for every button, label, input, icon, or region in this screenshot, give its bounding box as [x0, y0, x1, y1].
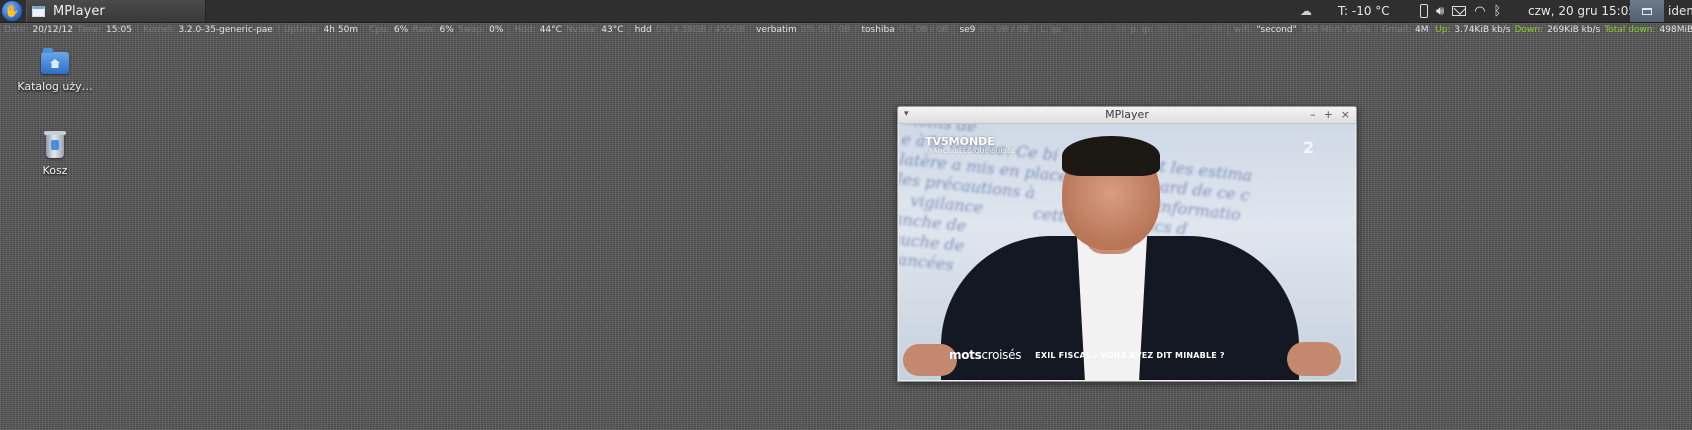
- window-titlebar[interactable]: ▾ MPlayer – + ×: [898, 107, 1356, 124]
- disk-verbatim-usage: 0% 0B / 0B: [800, 25, 851, 35]
- taskbar-item-label: MPlayer: [53, 3, 105, 19]
- separator: |: [1226, 25, 1230, 35]
- date-label: Date:: [4, 25, 29, 35]
- channel-logo: TV5MONDE FRANCE BELGIQUE SUISSE: [925, 136, 1016, 157]
- corner-channel-logo: 2: [1303, 138, 1315, 157]
- separator: |: [1033, 25, 1037, 35]
- separator: |: [1428, 25, 1432, 35]
- upload-value: 3.74KiB kb/s: [1454, 25, 1511, 35]
- local-ip-value: 192.168.1.10: [1066, 25, 1127, 35]
- close-button[interactable]: ×: [1341, 108, 1350, 121]
- desktop-icon-trash[interactable]: Kosz: [5, 131, 105, 177]
- volume-icon[interactable]: 🔊︎: [1436, 4, 1444, 19]
- taskbar-item-mplayer[interactable]: MPlayer: [26, 0, 206, 22]
- upload-label: Up:: [1435, 25, 1451, 35]
- ram-value: 6%: [439, 25, 454, 35]
- separator: |: [1374, 25, 1378, 35]
- date-value: 20/12/12: [32, 25, 73, 35]
- desktop-icon-label: Katalog uży…: [17, 80, 93, 93]
- window-title: MPlayer: [1105, 108, 1149, 121]
- show-name-light: croisés: [981, 348, 1022, 362]
- lower-third-banner: motscroisés EXIL FISCAL : VOUS AVEZ DIT …: [949, 348, 1225, 362]
- clock[interactable]: czw, 20 gru 15:05: [1528, 0, 1636, 22]
- wifi-ssid: "second": [1256, 25, 1297, 35]
- disk-toshiba-usage: 0% 0B / 0B: [898, 25, 949, 35]
- gmail-label: Gmail:: [1381, 25, 1411, 35]
- desktop-icon-label: Kosz: [42, 164, 68, 177]
- system-monitor-right: | Up: 3.74KiB kb/s Down: 269KiB kb/s Tot…: [1428, 25, 1692, 35]
- time-value: 15:05: [106, 25, 132, 35]
- show-name: motscroisés: [949, 348, 1021, 362]
- download-value: 269KiB kb/s: [1547, 25, 1601, 35]
- separator: |: [362, 25, 366, 35]
- public-ip-label: p. ip:: [1130, 25, 1153, 35]
- hdd-temp-value: 44°C: [539, 25, 562, 35]
- disk-verbatim-name: verbatim: [756, 25, 797, 35]
- distro-logo-icon: ✋: [4, 4, 20, 18]
- start-menu-button[interactable]: ✋: [2, 1, 22, 21]
- time-label: Time:: [76, 25, 103, 35]
- separator: |: [627, 25, 631, 35]
- system-tray: 🔊︎ ◠ ᛒ: [1420, 0, 1501, 22]
- cpu-label: Cpu:: [369, 25, 390, 35]
- kernel-value: 3.2.0-35-generic-pae: [178, 25, 273, 35]
- swap-label: Swap:: [457, 25, 486, 35]
- presenter-hair: [1062, 136, 1160, 176]
- uptime-value: 4h 50m: [323, 25, 359, 35]
- uptime-label: Uptime:: [283, 25, 320, 35]
- separator: |: [507, 25, 511, 35]
- nvidia-temp-label: Nvidia:: [565, 25, 598, 35]
- weather-temperature[interactable]: T: -10 °C: [1338, 0, 1390, 22]
- separator: |: [276, 25, 280, 35]
- top-panel: ✋ MPlayer ☁ T: -10 °C 🔊︎ ◠ ᛒ czw, 20 gru…: [0, 0, 1692, 23]
- mail-icon[interactable]: [1452, 6, 1467, 16]
- window-icon: [32, 5, 45, 17]
- trash-icon: [44, 131, 66, 158]
- separator: |: [135, 25, 140, 35]
- total-download-label: Total down:: [1604, 25, 1656, 35]
- wifi-icon[interactable]: ◠: [1474, 4, 1485, 19]
- wifi-info: 350 Mb/s 100%: [1300, 25, 1371, 35]
- ram-label: Ram:: [412, 25, 436, 35]
- maximize-button[interactable]: +: [1324, 108, 1333, 121]
- presenter-right-hand: [1287, 342, 1341, 376]
- battery-icon[interactable]: [1420, 4, 1428, 18]
- mplayer-window[interactable]: ▾ MPlayer – + × moins de e à la hausse. …: [897, 106, 1357, 382]
- disk-toshiba-name: toshiba: [861, 25, 895, 35]
- system-monitor-left: Date: 20/12/12 Time: 15:05 | Kernel: 3.2…: [4, 25, 1428, 35]
- show-desktop-icon: [1642, 7, 1652, 15]
- window-controls: – + ×: [1310, 108, 1350, 121]
- nvidia-temp-value: 43°C: [601, 25, 624, 35]
- public-ip-value: 83.31.123.149: [1156, 25, 1223, 35]
- disk-se9-name: se9: [959, 25, 976, 35]
- channel-logo-subtext: FRANCE BELGIQUE SUISSE: [925, 148, 1016, 155]
- bluetooth-icon[interactable]: ᛒ: [1494, 4, 1502, 19]
- home-folder-icon: [41, 48, 69, 74]
- system-monitor-bar: Date: 20/12/12 Time: 15:05 | Kernel: 3.2…: [0, 23, 1692, 38]
- desktop-icon-home[interactable]: Katalog uży…: [5, 48, 105, 93]
- disk-hdd-name: hdd: [634, 25, 652, 35]
- minimize-button[interactable]: –: [1310, 108, 1316, 121]
- video-caption: EXIL FISCAL : VOUS AVEZ DIT MINABLE ?: [1035, 350, 1225, 360]
- local-ip-label: L. ip:: [1040, 25, 1063, 35]
- hdd-temp-label: Hdd:: [514, 25, 536, 35]
- kernel-label: Kernel:: [143, 25, 175, 35]
- user-menu[interactable]: idem: [1668, 0, 1692, 22]
- separator: |: [952, 25, 956, 35]
- swap-value: 0%: [489, 25, 504, 35]
- wifi-label: wifi:: [1233, 25, 1253, 35]
- total-download-value: 498MiB: [1659, 25, 1692, 35]
- disk-hdd-usage: 0% 4.38GB / 455GB: [655, 25, 746, 35]
- show-name-bold: mots: [949, 348, 982, 362]
- separator: |: [749, 25, 753, 35]
- show-desktop-button[interactable]: [1630, 0, 1664, 22]
- separator: |: [854, 25, 858, 35]
- weather-cloud-icon[interactable]: ☁: [1300, 0, 1312, 22]
- gmail-value: 4M: [1414, 25, 1429, 35]
- disk-se9-usage: 0% 0B / 0B: [979, 25, 1030, 35]
- video-frame[interactable]: moins de e à la hausse. Ce bi prévu et l…: [899, 124, 1355, 380]
- download-label: Down:: [1514, 25, 1544, 35]
- cpu-value: 6%: [393, 25, 409, 35]
